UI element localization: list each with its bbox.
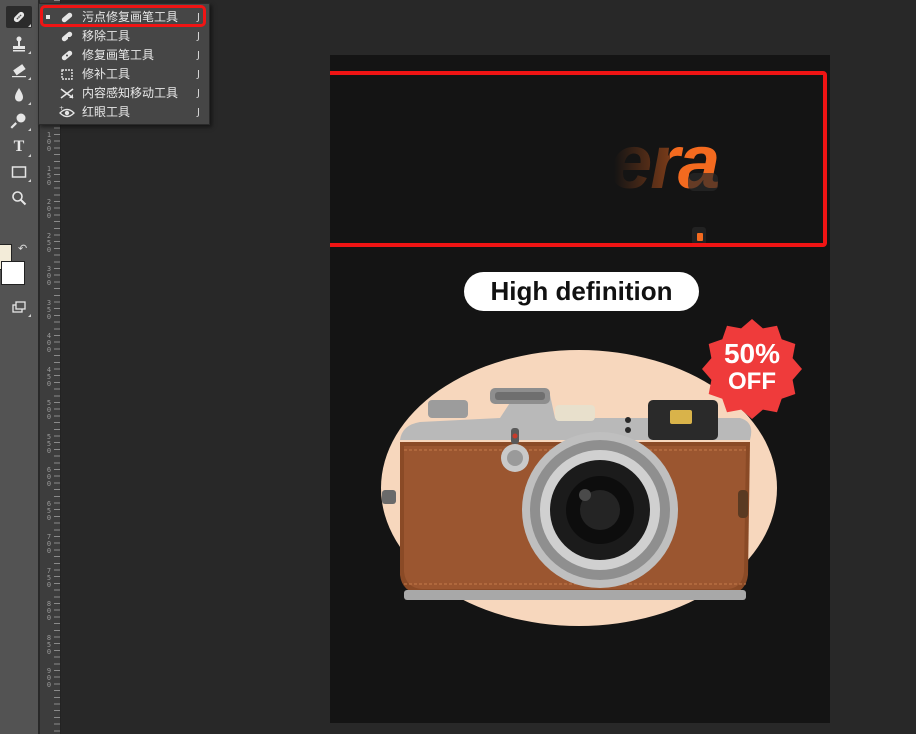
healing-brush-icon — [59, 48, 75, 63]
type-tool-glyph: T — [13, 138, 25, 155]
menu-item-content-aware-move[interactable]: 内容感知移动工具 J — [39, 84, 209, 103]
menu-item-healing-brush[interactable]: 修复画笔工具 J — [39, 46, 209, 65]
menu-item-label: 修复画笔工具 — [82, 48, 155, 62]
ruler-label: 100 — [46, 131, 52, 153]
zoom-icon[interactable] — [6, 187, 32, 209]
tools-panel: T ↶ — [0, 0, 38, 734]
red-highlight-box — [330, 71, 827, 247]
ruler-label: 800 — [46, 600, 52, 622]
rectangle-icon[interactable] — [6, 161, 32, 183]
ruler-label: 350 — [46, 298, 52, 321]
background-color-swatch[interactable] — [1, 261, 25, 285]
ruler-label: 150 — [46, 164, 52, 187]
red-eye-icon: + — [59, 105, 75, 120]
blur-drop-icon[interactable] — [6, 84, 32, 106]
type-icon[interactable]: T — [6, 136, 32, 158]
badge-percent: 50% — [723, 338, 781, 369]
dodge-icon[interactable] — [6, 110, 32, 132]
ruler-label: 900 — [46, 667, 52, 689]
ruler-label: 600 — [46, 466, 52, 488]
menu-item-shortcut: J — [197, 69, 200, 80]
discount-badge: 50% OFF — [700, 339, 804, 395]
menu-item-shortcut: J — [197, 88, 200, 99]
ruler-label: 400 — [46, 332, 52, 354]
patch-tool-icon — [59, 67, 75, 82]
svg-text:+: + — [59, 105, 64, 112]
menu-item-shortcut: J — [197, 31, 200, 42]
content-aware-move-icon — [59, 86, 75, 101]
menu-item-red-eye[interactable]: + 红眼工具 J — [39, 103, 209, 122]
high-definition-pill: High definition — [464, 272, 699, 311]
menu-item-label: 移除工具 — [82, 29, 131, 43]
ruler-label: 750 — [46, 566, 52, 589]
ruler-label: 450 — [46, 365, 52, 388]
menu-item-label: 红眼工具 — [82, 105, 131, 119]
document-canvas[interactable]: era High definition — [330, 55, 830, 723]
menu-item-remove-tool[interactable]: 移除工具 J — [39, 27, 209, 46]
menu-item-label: 修补工具 — [82, 67, 131, 81]
clone-stamp-icon[interactable] — [6, 33, 32, 55]
menu-item-label: 内容感知移动工具 — [82, 86, 179, 100]
ruler-label: 650 — [46, 499, 52, 522]
ruler-label: 500 — [46, 399, 52, 421]
ruler-label: 550 — [46, 432, 52, 455]
menu-item-shortcut: J — [197, 50, 200, 61]
ruler-label: 250 — [46, 231, 52, 254]
menu-item-shortcut: J — [197, 107, 200, 118]
menu-red-highlight — [40, 5, 206, 27]
spot-healing-brush-icon[interactable] — [6, 6, 32, 28]
screen-mode-icon[interactable] — [6, 296, 32, 318]
ruler-label: 200 — [46, 198, 52, 220]
eraser-icon[interactable] — [6, 59, 32, 81]
ruler-label: 700 — [46, 533, 52, 555]
ruler-label: 850 — [46, 633, 52, 656]
badge-off: OFF — [728, 368, 776, 395]
swap-colors-icon[interactable]: ↶ — [18, 242, 27, 255]
menu-item-patch-tool[interactable]: 修补工具 J — [39, 65, 209, 84]
ruler-label: 300 — [46, 265, 52, 287]
remove-tool-icon — [59, 29, 75, 44]
